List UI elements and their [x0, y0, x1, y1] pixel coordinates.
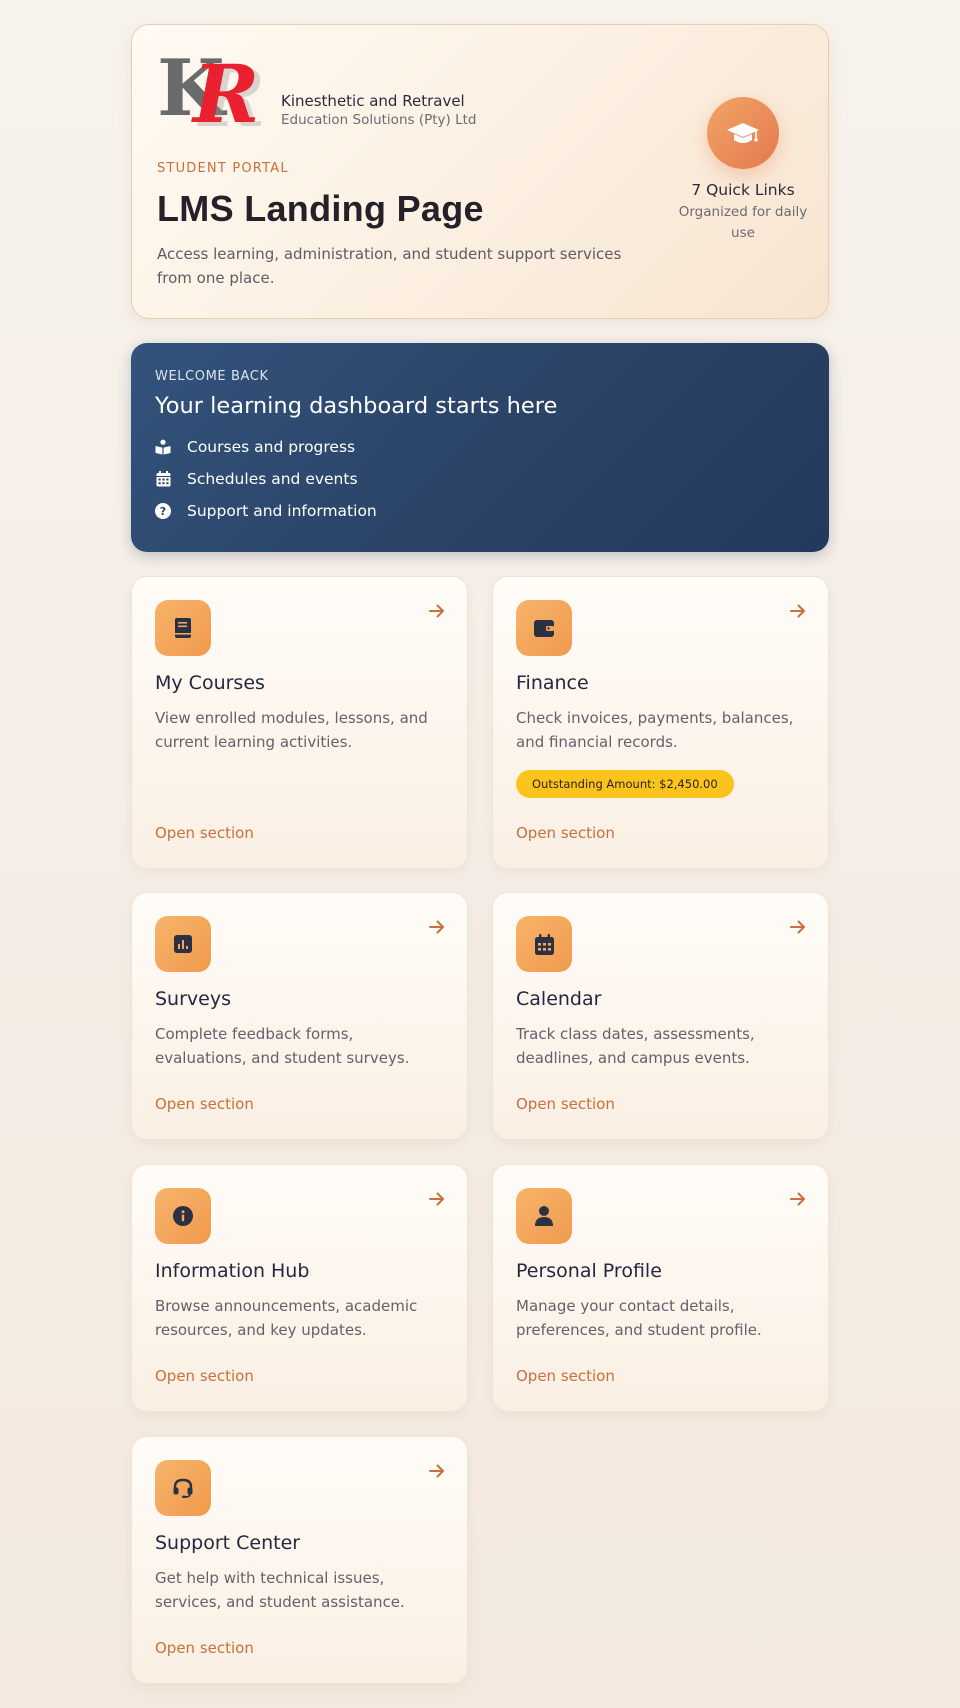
headset-icon	[155, 1460, 211, 1516]
graduation-cap-icon	[707, 97, 779, 169]
arrow-right-icon[interactable]	[429, 603, 445, 622]
card-description: Manage your contact details, preferences…	[516, 1297, 762, 1339]
arrow-right-icon[interactable]	[790, 919, 806, 938]
card-my-courses[interactable]: My Courses View enrolled modules, lesson…	[131, 576, 468, 869]
welcome-item-label: Support and information	[187, 502, 377, 520]
open-section-link[interactable]: Open section	[516, 1367, 615, 1385]
card-description: Track class dates, assessments, deadline…	[516, 1025, 755, 1067]
card-description: View enrolled modules, lessons, and curr…	[155, 709, 428, 751]
welcome-item-schedules: Schedules and events	[155, 463, 805, 495]
card-calendar[interactable]: Calendar Track class dates, assessments,…	[492, 892, 829, 1140]
card-title: Finance	[516, 672, 589, 694]
svg-text:?: ?	[160, 505, 166, 518]
company-line-2: Education Solutions (Pty) Ltd	[281, 112, 477, 128]
outstanding-amount-badge: Outstanding Amount: $2,450.00	[516, 770, 734, 798]
open-section-link[interactable]: Open section	[155, 1095, 254, 1113]
wallet-icon	[516, 600, 572, 656]
welcome-list: Courses and progress Schedules and event…	[155, 431, 805, 527]
user-icon	[516, 1188, 572, 1244]
open-section-link[interactable]: Open section	[516, 1095, 615, 1113]
card-title: Calendar	[516, 988, 602, 1010]
book-reader-icon	[155, 439, 171, 455]
card-personal-profile[interactable]: Personal Profile Manage your contact det…	[492, 1164, 829, 1412]
arrow-right-icon[interactable]	[790, 1191, 806, 1210]
card-description: Complete feedback forms, evaluations, an…	[155, 1025, 410, 1067]
hero-panel: KR Kinesthetic and Retravel Education So…	[131, 24, 829, 319]
company-line-1: Kinesthetic and Retravel	[281, 92, 465, 110]
quick-links-grid: My Courses View enrolled modules, lesson…	[131, 576, 829, 1685]
company-name: Kinesthetic and Retravel Education Solut…	[281, 91, 476, 129]
arrow-right-icon[interactable]	[790, 603, 806, 622]
quick-links-count: 7 Quick Links	[691, 181, 795, 199]
card-finance[interactable]: Finance Check invoices, payments, balanc…	[492, 576, 829, 869]
arrow-right-icon[interactable]	[429, 1463, 445, 1482]
quick-links-subtitle: Organized for daily use	[678, 204, 808, 241]
card-title: Surveys	[155, 988, 231, 1010]
arrow-right-icon[interactable]	[429, 1191, 445, 1210]
welcome-item-support: ? Support and information	[155, 495, 805, 527]
welcome-item-label: Courses and progress	[187, 438, 356, 456]
card-description: Get help with technical issues, services…	[155, 1569, 405, 1611]
welcome-item-courses: Courses and progress	[155, 431, 805, 463]
card-title: Support Center	[155, 1532, 301, 1554]
calendar-icon	[516, 916, 572, 972]
open-section-link[interactable]: Open section	[155, 1639, 254, 1657]
card-description: Check invoices, payments, balances, and …	[516, 709, 794, 751]
card-information-hub[interactable]: Information Hub Browse announcements, ac…	[131, 1164, 468, 1412]
arrow-right-icon[interactable]	[429, 919, 445, 938]
welcome-eyebrow: WELCOME BACK	[155, 369, 269, 384]
page-description: Access learning, administration, and stu…	[157, 245, 622, 287]
card-title: Information Hub	[155, 1260, 310, 1282]
welcome-panel: WELCOME BACK Your learning dashboard sta…	[131, 343, 829, 552]
book-icon	[155, 600, 211, 656]
open-section-link[interactable]: Open section	[155, 824, 254, 842]
poll-icon	[155, 916, 211, 972]
card-title: My Courses	[155, 672, 265, 694]
question-circle-icon: ?	[155, 503, 171, 519]
welcome-item-label: Schedules and events	[187, 470, 358, 488]
open-section-link[interactable]: Open section	[516, 824, 615, 842]
card-description: Browse announcements, academic resources…	[155, 1297, 418, 1339]
welcome-title: Your learning dashboard starts here	[155, 393, 558, 419]
card-title: Personal Profile	[516, 1260, 662, 1282]
info-circle-icon	[155, 1188, 211, 1244]
calendar-icon	[155, 471, 171, 487]
card-surveys[interactable]: Surveys Complete feedback forms, evaluat…	[131, 892, 468, 1140]
open-section-link[interactable]: Open section	[155, 1367, 254, 1385]
kr-logo[interactable]: KR	[157, 43, 275, 141]
card-support-center[interactable]: Support Center Get help with technical i…	[131, 1436, 468, 1684]
quick-links-summary: 7 Quick Links Organized for daily use	[678, 97, 808, 244]
